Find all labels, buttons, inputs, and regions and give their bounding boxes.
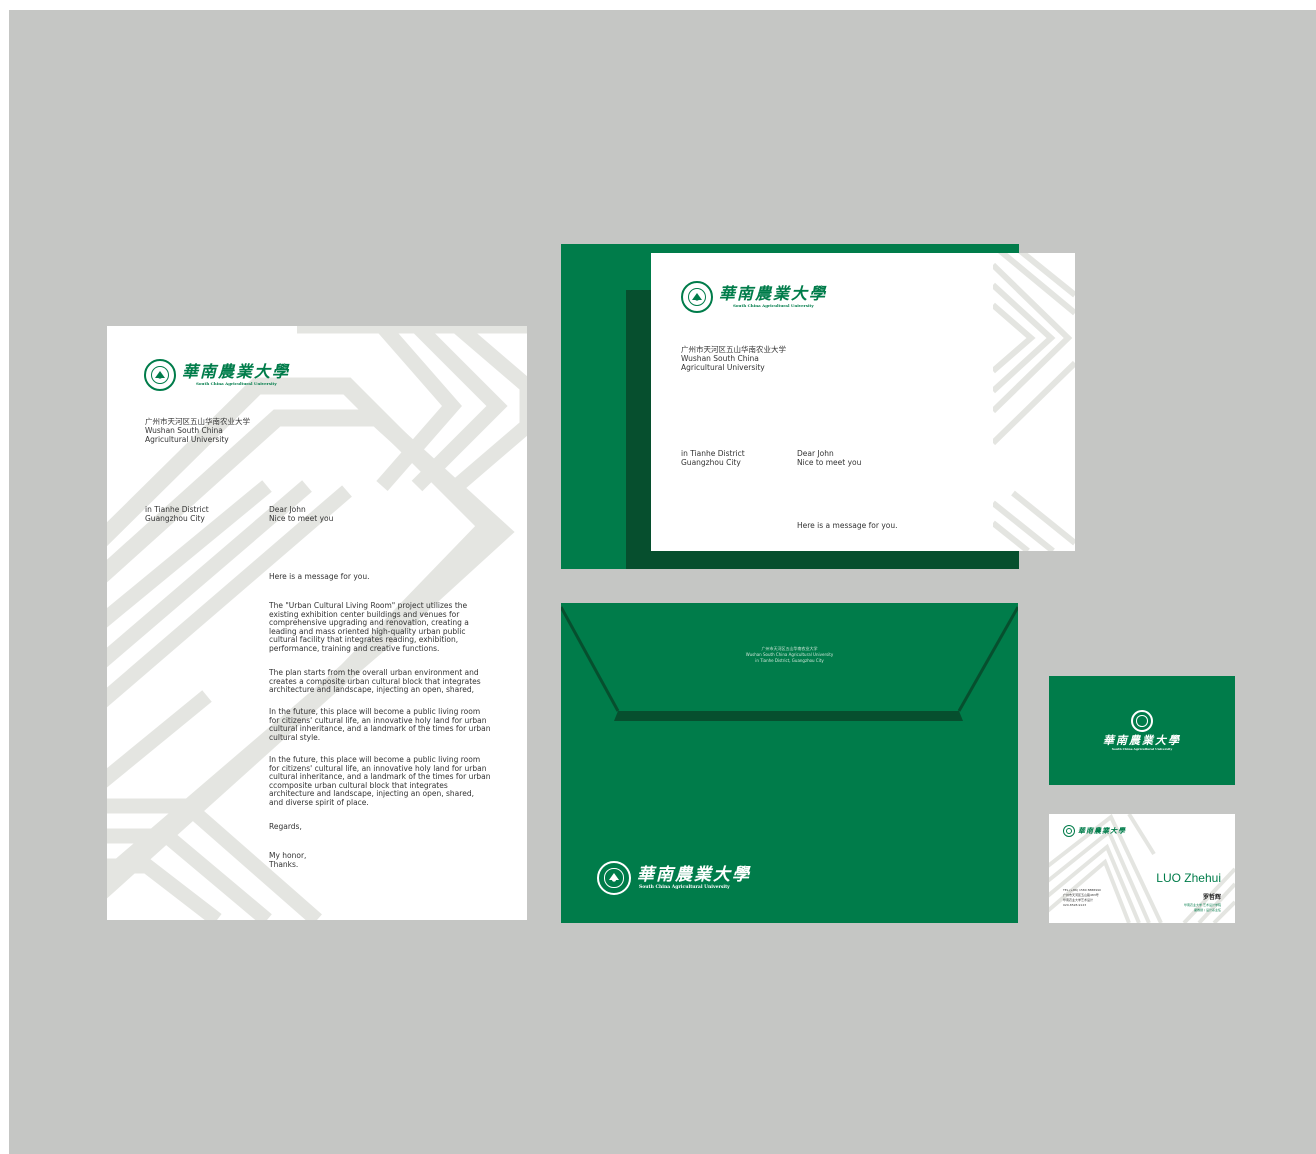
letter-card: 華南農業大學 South China Agricultural Universi… bbox=[651, 253, 1075, 551]
district: in Tianhe District Guangzhou City bbox=[681, 449, 745, 467]
logo-name-cn: 華南農業大學 bbox=[182, 362, 291, 381]
greeting: Dear John Nice to meet you bbox=[797, 449, 862, 467]
letter-card-logo: 華南農業大學 South China Agricultural Universi… bbox=[681, 281, 827, 313]
flap-line-3: in Tianhe District, Guangzhou City bbox=[755, 658, 824, 663]
logo-name-cn: 華南農業大學 bbox=[1078, 826, 1126, 835]
address-en: Wushan South China Agricultural Universi… bbox=[681, 354, 765, 372]
logo-name-en: South China Agricultural University bbox=[196, 381, 277, 386]
letterhead: 華南農業大學 South China Agricultural Universi… bbox=[107, 326, 527, 920]
message: Here is a message for you. bbox=[797, 521, 898, 530]
paragraph-3: In the future, this place will become a … bbox=[269, 707, 491, 742]
university-seal-icon bbox=[681, 281, 713, 313]
paragraph-2: The plan starts from the overall urban e… bbox=[269, 668, 481, 695]
logo-name-cn: 華南農業大學 bbox=[637, 864, 751, 885]
mockup-canvas: 華南農業大學 South China Agricultural Universi… bbox=[9, 10, 1316, 1154]
letter-card-stripes bbox=[993, 253, 1075, 551]
flap-text: 广州市天河区五山华南农业大学 Wushan South China Agricu… bbox=[561, 646, 1018, 664]
address-en: Wushan South China Agricultural Universi… bbox=[145, 426, 229, 444]
paragraph-1: The "Urban Cultural Living Room" project… bbox=[269, 601, 469, 653]
logo-name-en: South China Agricultural University bbox=[1111, 747, 1173, 751]
logo-name-en: South China Agricultural University bbox=[639, 884, 730, 890]
paragraph-4: In the future, this place will become a … bbox=[269, 755, 491, 807]
card-contact: TEL (+86) 1580 8888990 广州市天河区五山路483号 华南农… bbox=[1063, 888, 1101, 907]
logo-name-cn: 華南農業大學 bbox=[1103, 734, 1181, 747]
logo-name-cn: 華南農業大學 bbox=[719, 284, 828, 303]
greeting: Dear John Nice to meet you bbox=[269, 505, 334, 523]
message: Here is a message for you. bbox=[269, 572, 370, 581]
card-back-logo: 華南農業大學 bbox=[1063, 825, 1126, 837]
university-seal-icon bbox=[597, 861, 631, 895]
business-card-front: 華南農業大學 South China Agricultural Universi… bbox=[1049, 676, 1235, 785]
signoff: My honor, Thanks. bbox=[269, 851, 307, 869]
business-card-back: 華南農業大學 LUO Zhehui 罗哲辉 TEL (+86) 1580 888… bbox=[1049, 814, 1235, 923]
logo-name-en: South China Agricultural University bbox=[733, 303, 814, 308]
envelope-back: 广州市天河区五山华南农业大学 Wushan South China Agricu… bbox=[561, 603, 1018, 923]
university-seal-icon bbox=[1131, 710, 1153, 732]
card-name-en: LUO Zhehui bbox=[1156, 871, 1221, 885]
letterhead-logo: 華南農業大學 South China Agricultural Universi… bbox=[144, 359, 290, 391]
university-seal-icon bbox=[1063, 825, 1075, 837]
regards: Regards, bbox=[269, 822, 302, 831]
card-name-cn: 罗哲辉 bbox=[1202, 894, 1221, 901]
university-seal-icon bbox=[144, 359, 176, 391]
district: in Tianhe District Guangzhou City bbox=[145, 505, 209, 523]
card-title: 华南农业大学 艺术设计学院 副教授 / 设计系主任 bbox=[1184, 903, 1221, 912]
envelope-logo: 華南農業大學 South China Agricultural Universi… bbox=[597, 861, 751, 895]
card-front-logo: 華南農業大學 South China Agricultural Universi… bbox=[1049, 710, 1235, 751]
